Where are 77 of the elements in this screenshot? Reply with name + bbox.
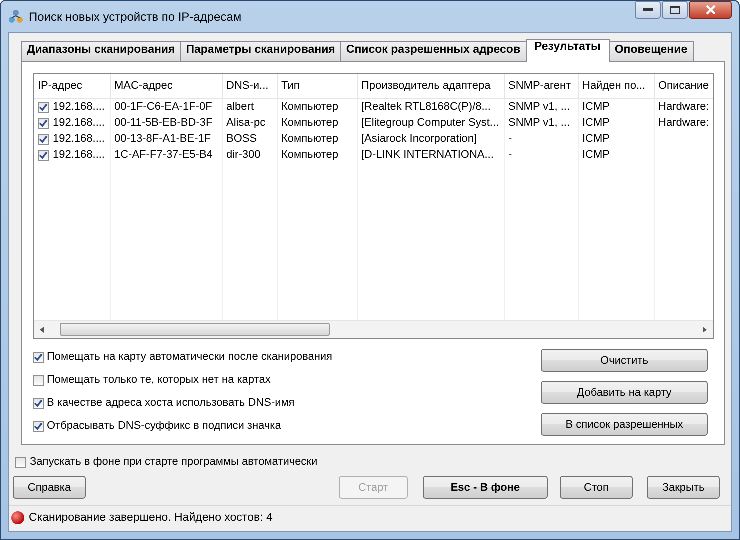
- table-cell: 00-1F-C6-EA-1F-0F: [114, 101, 212, 113]
- checkbox-label: Отбрасывать DNS-суффикс в подписи значка: [47, 420, 282, 432]
- action-button[interactable]: В список разрешенных: [541, 413, 708, 436]
- table-cell: 192.168....: [53, 133, 105, 145]
- window-title: Поиск новых устройств по IP-адресам: [29, 10, 242, 24]
- checkbox-label: Запускать в фоне при старте программы автоматически: [30, 456, 318, 468]
- table-cell: ICMP: [582, 149, 610, 161]
- action-button[interactable]: Очистить: [541, 349, 708, 372]
- table-cell: 192.168....: [53, 101, 105, 113]
- row-checkbox[interactable]: [38, 150, 49, 160]
- network-icon: [8, 8, 24, 24]
- checkbox[interactable]: [33, 420, 44, 432]
- table-cell: -: [508, 133, 512, 145]
- checkbox[interactable]: [15, 456, 26, 468]
- close-button[interactable]: [689, 1, 732, 19]
- checkbox[interactable]: [33, 352, 44, 362]
- table-cell: Компьютер: [282, 117, 338, 129]
- checkbox-label: В качестве адреса хоста использовать DNS-имя: [47, 397, 295, 409]
- scroll-left-icon[interactable]: [38, 326, 46, 334]
- table-cell: Hardware:: [658, 117, 710, 129]
- minimize-button[interactable]: [635, 1, 661, 19]
- checkbox-label: Помещать на карту автоматически после сканирования: [47, 351, 333, 363]
- table-cell: Компьютер: [282, 101, 338, 113]
- table-cell: 192.168....: [53, 149, 105, 161]
- column-header[interactable]: IP-адрес: [34, 74, 110, 98]
- table-cell: 1C-AF-F7-37-E5-B4: [114, 149, 213, 161]
- table-cell: [Elitegroup Computer Syst...: [362, 117, 500, 129]
- column-header[interactable]: Тип: [277, 74, 357, 98]
- table-cell: ICMP: [582, 133, 610, 145]
- table-cell: 00-13-8F-A1-BE-1F: [114, 133, 212, 145]
- action-button[interactable]: Добавить на карту: [541, 381, 708, 404]
- minimize-icon: [643, 8, 653, 12]
- table-cell: Alisa-pc: [226, 117, 266, 129]
- tab[interactable]: Результаты: [526, 39, 610, 62]
- checkbox[interactable]: [33, 398, 44, 408]
- table-cell: ICMP: [582, 101, 610, 113]
- table-cell: BOSS: [226, 133, 258, 145]
- table-cell: -: [508, 149, 512, 161]
- table-cell: Компьютер: [282, 149, 338, 161]
- table-cell: 00-11-5B-EB-BD-3F: [114, 117, 213, 129]
- maximize-button[interactable]: [662, 1, 688, 19]
- dialog-button[interactable]: Esc - В фоне: [423, 476, 548, 499]
- maximize-icon: [670, 6, 680, 14]
- column-header[interactable]: Найден по...: [578, 74, 654, 98]
- tab[interactable]: Диапазоны сканирования: [21, 41, 182, 61]
- table-cell: 192.168....: [53, 117, 105, 129]
- tab[interactable]: Оповещение: [608, 41, 694, 61]
- column-header[interactable]: Описание: [654, 74, 713, 98]
- table-cell: [Asiarock Incorporation]: [362, 133, 478, 145]
- table-cell: SNMP v1, ...: [508, 117, 570, 129]
- status-text: Сканирование завершено. Найдено хостов: 4: [29, 512, 273, 524]
- row-checkbox[interactable]: [38, 102, 49, 112]
- dialog-button[interactable]: Стоп: [560, 476, 633, 499]
- column-header[interactable]: SNMP-агент: [504, 74, 578, 98]
- table-cell: albert: [226, 101, 254, 113]
- status-dot-icon: [11, 511, 25, 525]
- column-header[interactable]: DNS-и...: [222, 74, 277, 98]
- table-cell: SNMP v1, ...: [508, 101, 570, 113]
- scroll-right-icon[interactable]: [701, 326, 709, 334]
- table-cell: [Realtek RTL8168C(P)/8...: [362, 101, 491, 113]
- horizontal-scrollbar[interactable]: [34, 320, 713, 338]
- table-cell: [D-LINK INTERNATIONA...: [362, 149, 494, 161]
- dialog-button[interactable]: Закрыть: [647, 476, 720, 499]
- checkbox[interactable]: [33, 374, 44, 386]
- close-icon: [704, 5, 716, 15]
- checkbox-label: Помещать только те, которых нет на картах: [47, 374, 271, 386]
- tab[interactable]: Параметры сканирования: [180, 41, 342, 61]
- tab[interactable]: Список разрешенных адресов: [340, 41, 527, 61]
- table-cell: Компьютер: [282, 133, 338, 145]
- column-header[interactable]: MAC-адрес: [110, 74, 222, 98]
- column-header[interactable]: Производитель адаптера: [357, 74, 504, 98]
- table-cell: ICMP: [582, 117, 610, 129]
- dialog-button[interactable]: Справка: [13, 476, 86, 499]
- row-checkbox[interactable]: [38, 134, 49, 144]
- table-cell: dir-300: [226, 149, 261, 161]
- table-cell: Hardware:: [658, 101, 710, 113]
- row-checkbox[interactable]: [38, 118, 49, 128]
